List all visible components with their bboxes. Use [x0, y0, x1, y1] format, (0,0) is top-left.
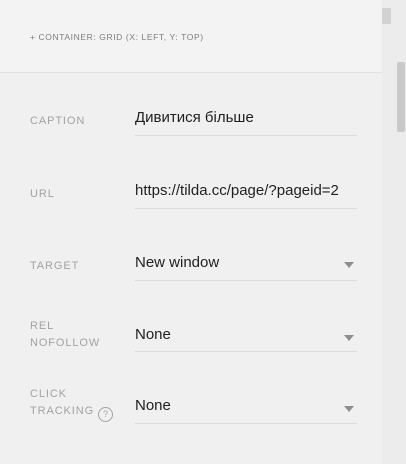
click-tracking-label-line1: CLICK	[30, 388, 67, 400]
url-underline	[135, 208, 357, 209]
url-label: URL	[30, 188, 55, 200]
caption-input[interactable]: Дивитися більше	[135, 109, 357, 126]
click-tracking-select[interactable]: None	[135, 397, 357, 414]
click-tracking-label: CLICK TRACKING?	[30, 386, 114, 422]
section-divider	[0, 72, 382, 73]
chevron-down-icon[interactable]	[344, 406, 354, 412]
button-settings-panel: + CONTAINER: GRID (X: LEFT, Y: TOP) CAPT…	[0, 0, 382, 464]
url-input[interactable]: https://tilda.cc/page/?pageid=2	[135, 182, 357, 199]
rel-nofollow-label-line2: NOFOLLOW	[30, 337, 101, 349]
click-tracking-label-line2: TRACKING	[30, 405, 95, 417]
target-select[interactable]: New window	[135, 254, 357, 271]
target-underline	[135, 280, 357, 281]
rel-nofollow-select[interactable]: None	[135, 326, 357, 343]
container-settings-label[interactable]: + CONTAINER: GRID (X: LEFT, Y: TOP)	[30, 32, 204, 42]
rel-nofollow-label-line1: REL	[30, 320, 55, 332]
chevron-down-icon[interactable]	[344, 335, 354, 341]
help-icon[interactable]: ?	[98, 407, 114, 422]
caption-label: CAPTION	[30, 115, 86, 127]
click-tracking-underline	[135, 423, 357, 424]
scrollbar-arrow[interactable]	[382, 8, 391, 24]
container-settings-toggle[interactable]: + CONTAINER: GRID (X: LEFT, Y: TOP)	[0, 0, 382, 72]
caption-underline	[135, 135, 357, 136]
target-label: TARGET	[30, 260, 80, 272]
chevron-down-icon[interactable]	[344, 262, 354, 268]
settings-window: + CONTAINER: GRID (X: LEFT, Y: TOP) CAPT…	[0, 0, 406, 464]
scrollbar-thumb[interactable]	[397, 62, 405, 132]
rel-nofollow-label: REL NOFOLLOW	[30, 318, 100, 352]
rel-nofollow-underline	[135, 351, 357, 352]
